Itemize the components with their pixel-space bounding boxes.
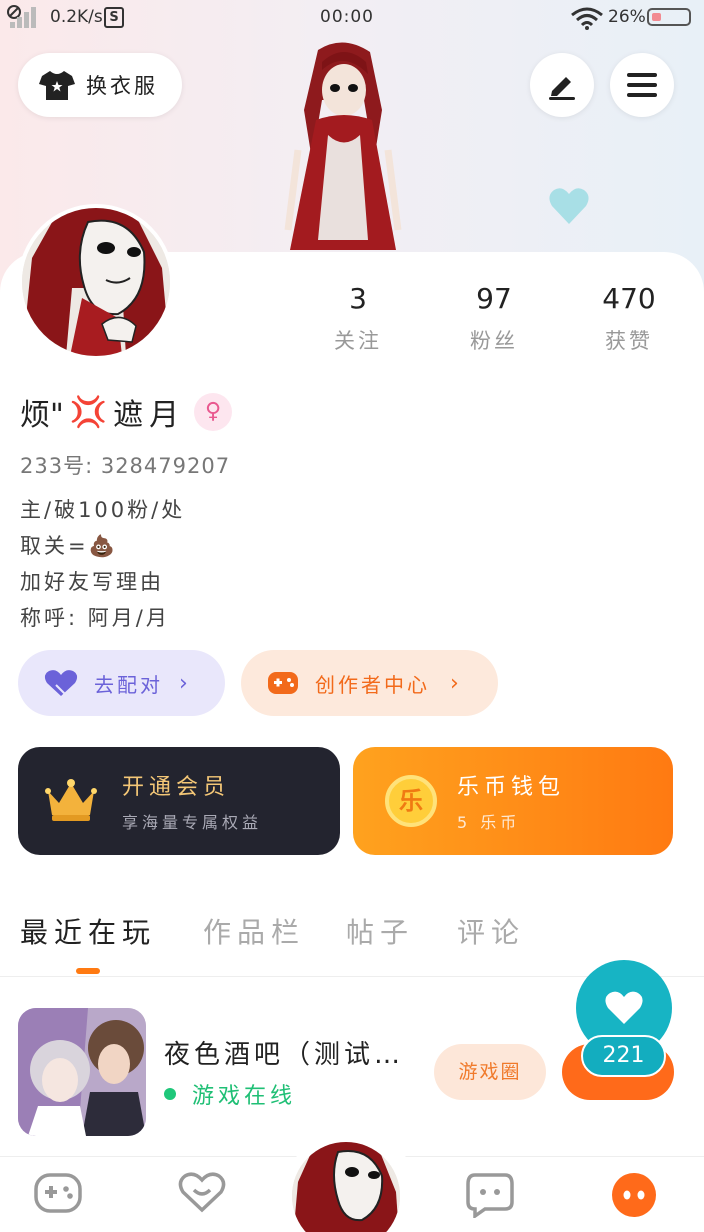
s-app-icon: S (104, 7, 124, 28)
game-title: 夜色酒吧（测试… (164, 1040, 405, 1070)
vip-title: 开通会员 (122, 775, 231, 800)
stat-likes-count: 470 (602, 282, 656, 315)
clock: 00:00 (320, 7, 374, 27)
creator-center-button[interactable]: 创作者中心 › (241, 650, 498, 716)
nav-favorites[interactable] (172, 1172, 232, 1218)
crown-icon (45, 779, 97, 821)
avatar-image (22, 208, 170, 356)
menu-button[interactable] (610, 53, 674, 117)
chat-bot-nav-icon (466, 1173, 514, 1220)
user-nickname: 烦" 💢 遮月 (20, 390, 185, 434)
wallet-title: 乐币钱包 (457, 775, 566, 800)
game-online-status: 游戏在线 (164, 1078, 296, 1110)
game-cover-image (18, 1008, 146, 1136)
chevron-right-icon: › (179, 670, 191, 696)
user-id[interactable]: 233号: 328479207 (20, 450, 230, 480)
stat-followers[interactable]: 97 粉丝 (449, 282, 539, 355)
active-tab-indicator (76, 968, 100, 974)
center-avatar-image (292, 1142, 400, 1232)
nickname-suffix: 遮月 (113, 398, 186, 433)
vip-membership-card[interactable]: 开通会员 享海量专属权益 (18, 747, 340, 855)
coin-icon: 乐 (385, 775, 437, 827)
change-outfit-label: 换衣服 (86, 74, 158, 98)
stat-likes[interactable]: 470 获赞 (584, 282, 674, 355)
battery-percent: 26% (608, 7, 646, 27)
gamepad-icon (268, 672, 298, 694)
heart-nav-icon (178, 1172, 226, 1213)
nickname-prefix: 烦" (20, 398, 64, 433)
game-circle-button[interactable]: 游戏圈 (434, 1044, 546, 1100)
bio-line-2-text: 取关= (20, 534, 89, 558)
pen-icon (549, 77, 575, 100)
stat-following[interactable]: 3 关注 (313, 282, 403, 355)
game-status-label: 游戏在线 (192, 1084, 297, 1109)
battery-icon (647, 8, 691, 26)
wifi-icon (571, 7, 603, 30)
bio-line-1: 主/破100粉/处 (20, 498, 186, 522)
wallet-balance: 5 乐币 (457, 813, 521, 832)
nav-messages[interactable] (460, 1172, 520, 1222)
like-count-badge: 221 (581, 1035, 666, 1077)
tab-comments[interactable]: 评论 (457, 911, 525, 951)
bio-line-3: 加好友写理由 (20, 570, 164, 594)
tshirt-icon (39, 71, 75, 100)
stat-likes-label: 获赞 (605, 329, 653, 353)
online-dot-icon (164, 1088, 176, 1100)
pair-button[interactable]: 去配对 › (18, 650, 225, 716)
avatar-character-figure (284, 42, 402, 250)
stat-following-count: 3 (349, 282, 367, 315)
nav-me[interactable] (604, 1172, 664, 1222)
edit-profile-button[interactable] (530, 53, 594, 117)
poop-emoji: 💩 (88, 534, 118, 558)
creator-center-label: 创作者中心 (315, 672, 430, 697)
status-bar: 0.2K/s S 00:00 26% (0, 0, 704, 36)
signal-icon (10, 6, 40, 28)
tab-posts[interactable]: 帖子 (346, 911, 414, 951)
vip-subtitle: 享海量专属权益 (122, 813, 263, 832)
anger-emoji: 💢 (69, 394, 108, 430)
me-nav-icon (612, 1173, 656, 1217)
pair-label: 去配对 (94, 672, 163, 697)
change-outfit-button[interactable]: 换衣服 (18, 53, 182, 117)
like-heart-icon[interactable] (548, 186, 590, 226)
tab-recently-played[interactable]: 最近在玩 (20, 911, 156, 951)
gamepad-nav-icon (34, 1173, 82, 1213)
hamburger-menu-icon (627, 73, 657, 97)
user-avatar[interactable] (18, 204, 174, 360)
stat-following-label: 关注 (334, 329, 382, 353)
chevron-right-icon: › (450, 670, 462, 696)
heart-icon (605, 991, 643, 1024)
bio-line-4: 称呼: 阿月/月 (20, 606, 170, 630)
stat-followers-label: 粉丝 (470, 329, 518, 353)
female-gender-icon: ♀ (194, 393, 232, 431)
network-speed: 0.2K/s (50, 7, 103, 27)
tab-works[interactable]: 作品栏 (203, 911, 305, 951)
game-thumbnail[interactable] (18, 1008, 146, 1136)
nav-home[interactable] (28, 1172, 88, 1218)
bio-line-2: 取关=💩 (20, 530, 118, 560)
double-heart-icon (44, 670, 78, 696)
stat-followers-count: 97 (476, 282, 512, 315)
coin-wallet-card[interactable]: 乐 乐币钱包 5 乐币 (353, 747, 673, 855)
